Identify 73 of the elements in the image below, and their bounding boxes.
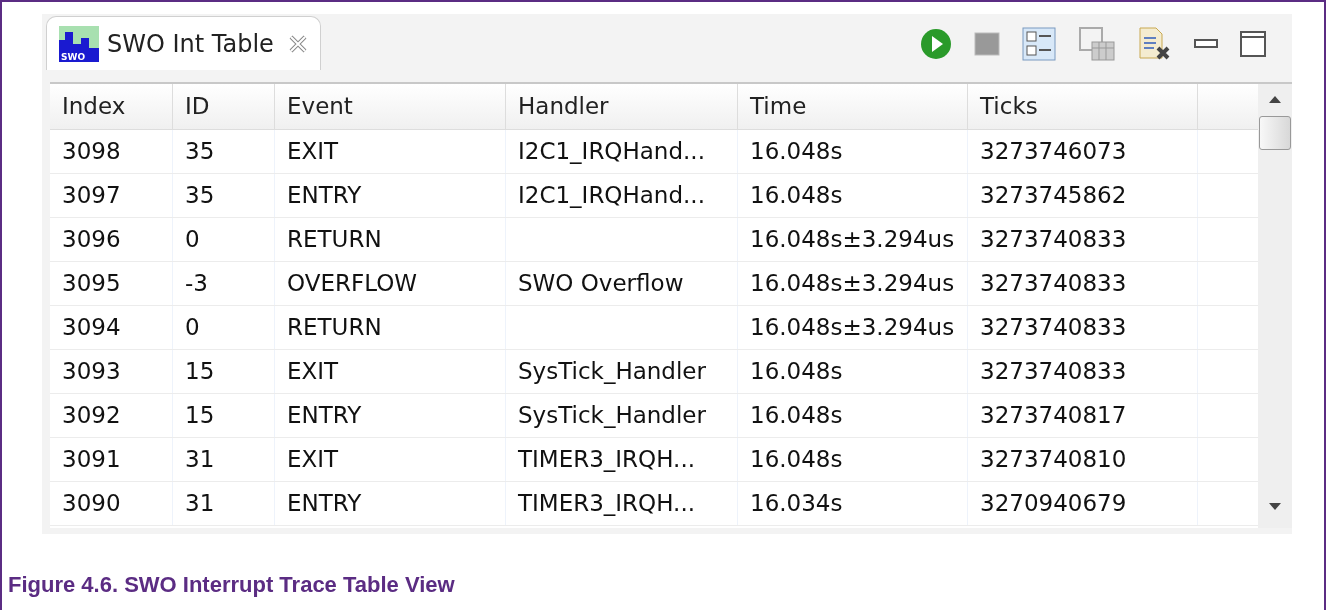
table-cell-text: 31 [185, 445, 215, 475]
table-cell-text: I2C1_IRQHand... [518, 137, 705, 167]
column-header[interactable]: ID [173, 84, 275, 129]
table-cell-text: 0 [185, 313, 200, 343]
scroll-down-icon[interactable] [1268, 502, 1282, 512]
view-tab[interactable]: SWO SWO Int Table [46, 16, 321, 70]
table-cell-text: 16.048s±3.294us [750, 269, 955, 299]
table-cell-text: 15 [185, 357, 215, 387]
column-header[interactable]: Ticks [968, 84, 1198, 129]
column-header[interactable]: Time [738, 84, 968, 129]
document-remove-icon[interactable] [1138, 26, 1172, 62]
table-cell-text: I2C1_IRQHand... [518, 181, 705, 211]
table-cell-text: 3273740833 [980, 225, 1127, 255]
table-cell-text: 16.048s [750, 445, 843, 475]
table-cell-text: 3093 [62, 357, 121, 387]
table-cell-text: 16.048s [750, 401, 843, 431]
table-cell-text: 16.048s±3.294us [750, 225, 955, 255]
table-cell-text: EXIT [287, 445, 339, 475]
column-header[interactable]: Index [50, 84, 173, 129]
table-cell-text: 3098 [62, 137, 121, 167]
column-header[interactable]: Event [275, 84, 506, 129]
table-cell-text: 0 [185, 225, 200, 255]
table-cell-text: 3273740810 [980, 445, 1127, 475]
table-cell-text: 3270940679 [980, 489, 1127, 519]
table-cell-text: 35 [185, 137, 215, 167]
table-cell-text: 3273740833 [980, 313, 1127, 343]
table-cell-text: 3273740817 [980, 401, 1127, 431]
table-cell-text: 3273740833 [980, 357, 1127, 387]
table-cell-text: TIMER3_IRQH... [518, 489, 695, 519]
table-cell-text: -3 [185, 269, 208, 299]
tab-title: SWO Int Table [107, 28, 274, 60]
table-cell-text: RETURN [287, 313, 382, 343]
table-cell-text: 3273746073 [980, 137, 1127, 167]
checklist-icon[interactable] [1022, 27, 1056, 61]
chart-icon: SWO [59, 25, 99, 62]
close-icon[interactable] [287, 33, 308, 54]
table-cell-text: RETURN [287, 225, 382, 255]
stop-icon[interactable] [974, 31, 1000, 57]
table-cell-text: 3273745862 [980, 181, 1127, 211]
table-cell-text: 3094 [62, 313, 121, 343]
table-cell-text: 16.048s [750, 357, 843, 387]
table-cell-text: 16.048s [750, 137, 843, 167]
table-cell-text: 35 [185, 181, 215, 211]
table-cell-text: EXIT [287, 357, 339, 387]
table-cell-text: 16.048s±3.294us [750, 313, 955, 343]
table-cell-text: 16.048s [750, 181, 843, 211]
table-cell-text: SysTick_Handler [518, 357, 706, 387]
minimize-icon[interactable] [1194, 38, 1218, 50]
scroll-up-icon[interactable] [1268, 94, 1282, 104]
figure-caption: Figure 4.6. SWO Interrupt Trace Table View [8, 571, 455, 599]
table-cell-text: 15 [185, 401, 215, 431]
table-cell-text: TIMER3_IRQH... [518, 445, 695, 475]
play-icon[interactable] [920, 28, 952, 60]
table-cell-text: 3096 [62, 225, 121, 255]
table-cell-text: 16.034s [750, 489, 843, 519]
table-cell-text: 3092 [62, 401, 121, 431]
table-cell-text: ENTRY [287, 401, 362, 431]
table-cell-text: ENTRY [287, 181, 362, 211]
scroll-thumb[interactable] [1259, 116, 1291, 150]
scrollbar[interactable] [1258, 84, 1292, 528]
table-cell-text: 3091 [62, 445, 121, 475]
table-cell-text: SWO Overflow [518, 269, 684, 299]
table-cell-text: ENTRY [287, 489, 362, 519]
table-cell-text: SysTick_Handler [518, 401, 706, 431]
table-cell-text: 3090 [62, 489, 121, 519]
maximize-icon[interactable] [1240, 31, 1266, 57]
table-cell-text: 3095 [62, 269, 121, 299]
table-cell-text: 3273740833 [980, 269, 1127, 299]
table-cell-text: 3097 [62, 181, 121, 211]
column-header[interactable]: Handler [506, 84, 738, 129]
table-cell-text: OVERFLOW [287, 269, 417, 299]
table-cell-text: 31 [185, 489, 215, 519]
table-cell-text: EXIT [287, 137, 339, 167]
